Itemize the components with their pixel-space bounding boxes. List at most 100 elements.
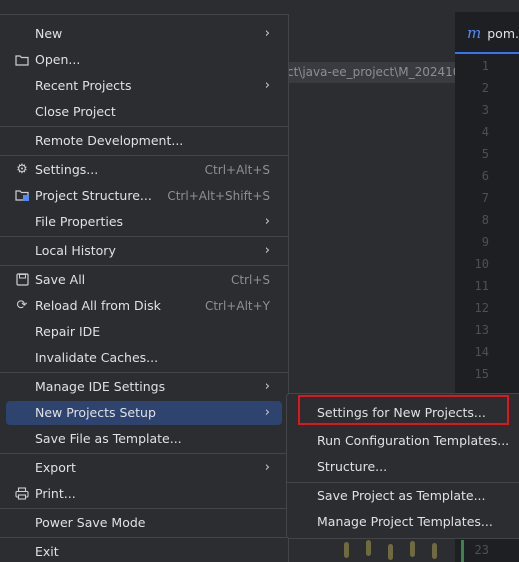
submenu-item-label: Save Project as Template... [317,488,486,503]
menu-separator [0,537,288,538]
chevron-right-icon: › [264,26,270,41]
line-number: 1 [481,59,489,73]
chevron-right-icon: › [264,78,270,93]
line-number: 6 [481,169,489,183]
menu-item-label: Export [35,460,76,475]
menu-item-label: Repair IDE [35,324,101,339]
menu-item-invalidate-caches[interactable]: Invalidate Caches... [6,346,282,370]
menu-item-remote-development[interactable]: Remote Development... [6,129,282,153]
line-number: 13 [474,323,489,337]
menu-item-label: Power Save Mode [35,515,146,530]
menu-separator [0,453,288,454]
refresh-icon: ⟳ [16,298,28,313]
menu-item-label: Local History [35,243,116,258]
menu-item-label: New Projects Setup [35,405,156,420]
submenu-item-save-project-as-template[interactable]: Save Project as Template... [293,484,519,508]
maven-file-icon: m [467,24,482,42]
menu-item-new[interactable]: New › [6,22,282,46]
chevron-right-icon: › [264,214,270,229]
project-path-text: ct\java-ee_project\M_202410 [283,62,455,83]
chevron-right-icon: › [264,243,270,258]
menu-item-project-structure[interactable]: Project Structure... Ctrl+Alt+Shift+S [6,184,282,208]
shortcut-label: Ctrl+Alt+S [204,163,270,177]
menu-item-print[interactable]: Print... [6,482,282,506]
chevron-right-icon: › [264,460,270,475]
menu-item-label: New [35,26,63,41]
line-number: 9 [481,235,489,249]
menu-item-label: Recent Projects [35,78,132,93]
submenu-item-settings-for-new-projects[interactable]: Settings for New Projects... [293,401,519,425]
chevron-right-icon: › [264,379,270,394]
save-icon [13,268,31,292]
change-marker [461,540,464,562]
menu-item-new-projects-setup[interactable]: New Projects Setup › [6,401,282,425]
gear-icon: ⚙ [16,162,28,177]
menu-separator [0,155,288,156]
menu-item-open[interactable]: Open... [6,48,282,72]
menu-separator [0,265,288,266]
line-number: 12 [474,301,489,315]
shortcut-label: Ctrl+Alt+Shift+S [167,189,270,203]
submenu-item-structure[interactable]: Structure... [293,455,519,479]
submenu-item-run-configuration-templates[interactable]: Run Configuration Templates... [293,429,519,453]
menu-item-label: Manage IDE Settings [35,379,166,394]
menu-separator [0,236,288,237]
menu-item-label: Save File as Template... [35,431,182,446]
menu-item-label: Remote Development... [35,133,184,148]
menu-item-close-project[interactable]: Close Project [6,100,282,124]
menu-item-label: Reload All from Disk [35,298,161,313]
project-structure-icon [13,184,31,208]
menu-item-settings[interactable]: ⚙ Settings... Ctrl+Alt+S [6,158,282,182]
shortcut-label: Ctrl+S [230,273,270,287]
line-number: 11 [474,279,489,293]
menu-item-label: Save All [35,272,86,287]
line-number: 14 [474,345,489,359]
menu-item-repair-ide[interactable]: Repair IDE [6,320,282,344]
menu-separator [0,126,288,127]
printer-icon [13,482,31,506]
new-projects-setup-submenu: Settings for New Projects... Run Configu… [286,393,519,539]
folder-icon [13,48,31,72]
menu-item-local-history[interactable]: Local History › [6,239,282,263]
editor-tab-label: pom.xml [487,25,519,41]
line-number: 2 [481,81,489,95]
line-number: 23 [474,543,489,557]
title-bar [0,0,519,12]
menu-item-save-all[interactable]: Save All Ctrl+S [6,268,282,292]
menu-item-power-save-mode[interactable]: Power Save Mode [6,511,282,535]
line-number: 8 [481,213,489,227]
menu-item-recent-projects[interactable]: Recent Projects › [6,74,282,98]
background-decoration [340,536,460,562]
menu-separator [0,372,288,373]
menu-item-label: Exit [35,544,59,559]
line-number: 7 [481,191,489,205]
menu-item-label: Settings... [35,162,99,177]
chevron-right-icon: › [264,405,270,420]
line-number: 10 [474,257,489,271]
menu-item-label: Close Project [35,104,116,119]
menu-item-exit[interactable]: Exit [6,540,282,562]
menu-item-label: Project Structure... [35,188,152,203]
submenu-item-label: Run Configuration Templates... [317,433,510,448]
line-number: 15 [474,367,489,381]
menu-item-label: Open... [35,52,81,67]
menu-item-file-properties[interactable]: File Properties › [6,210,282,234]
menu-item-label: File Properties [35,214,124,229]
menu-item-label: Print... [35,486,76,501]
menu-item-export[interactable]: Export › [6,456,282,480]
line-number: 3 [481,103,489,117]
line-number: 5 [481,147,489,161]
menu-item-label: Invalidate Caches... [35,350,159,365]
submenu-item-label: Structure... [317,459,388,474]
menu-item-save-file-as-template[interactable]: Save File as Template... [6,427,282,451]
line-number: 4 [481,125,489,139]
editor-tab-pom[interactable]: m pom.xml [455,14,519,54]
menu-separator [287,482,519,483]
menu-separator [0,508,288,509]
menu-item-reload-all[interactable]: ⟳ Reload All from Disk Ctrl+Alt+Y [6,294,282,318]
submenu-item-manage-project-templates[interactable]: Manage Project Templates... [293,510,519,534]
submenu-item-label: Settings for New Projects... [317,405,486,420]
shortcut-label: Ctrl+Alt+Y [204,299,270,313]
file-menu: New › Open... Recent Projects › Close Pr… [0,14,289,562]
menu-item-manage-ide-settings[interactable]: Manage IDE Settings › [6,375,282,399]
